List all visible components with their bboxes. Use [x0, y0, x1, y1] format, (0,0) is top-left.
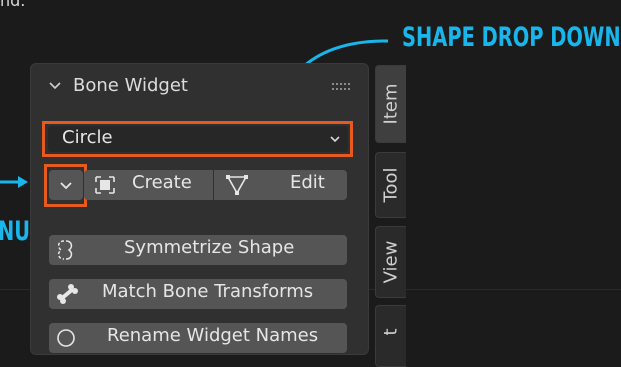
- tab-tool-label: Tool: [380, 167, 402, 203]
- bone-icon: [57, 284, 78, 304]
- panel-header[interactable]: Bone Widget: [31, 64, 368, 108]
- panel-title: Bone Widget: [73, 75, 188, 96]
- tab-tool[interactable]: Tool: [375, 152, 406, 218]
- dropdown-highlight-box: [42, 121, 353, 157]
- edit-button[interactable]: Edit: [214, 170, 347, 200]
- rename-widget-button[interactable]: Rename Widget Names: [49, 323, 347, 353]
- match-bone-transforms-button[interactable]: Match Bone Transforms: [49, 279, 347, 309]
- symmetrize-shape-button[interactable]: Symmetrize Shape: [49, 235, 347, 265]
- bone-widget-panel: Bone Widget Circle Create Edit Symmetriz…: [30, 63, 369, 355]
- frame-select-icon: [95, 176, 115, 194]
- rename-label: Rename Widget Names: [107, 325, 319, 346]
- symmetrize-label: Symmetrize Shape: [124, 237, 295, 258]
- create-label: Create: [132, 172, 192, 193]
- tab-item-label: Item: [380, 83, 402, 125]
- sidebar-tabs: Item Tool View t: [372, 65, 408, 367]
- grip-dots-icon[interactable]: [331, 83, 353, 91]
- chevron-down-icon[interactable]: [47, 78, 63, 94]
- tab-view[interactable]: View: [375, 226, 406, 298]
- edit-label: Edit: [290, 172, 325, 193]
- tab-partial-label: t: [380, 328, 402, 336]
- match-transforms-label: Match Bone Transforms: [102, 281, 314, 302]
- rename-icon: [57, 329, 75, 347]
- create-button[interactable]: Create: [84, 170, 213, 200]
- tab-partial[interactable]: t: [375, 305, 406, 367]
- edit-mesh-icon: [226, 175, 248, 195]
- symmetry-icon: [57, 240, 73, 260]
- tab-view-label: View: [380, 240, 402, 284]
- menu-highlight-box: [44, 164, 87, 207]
- tab-item[interactable]: Item: [375, 65, 406, 143]
